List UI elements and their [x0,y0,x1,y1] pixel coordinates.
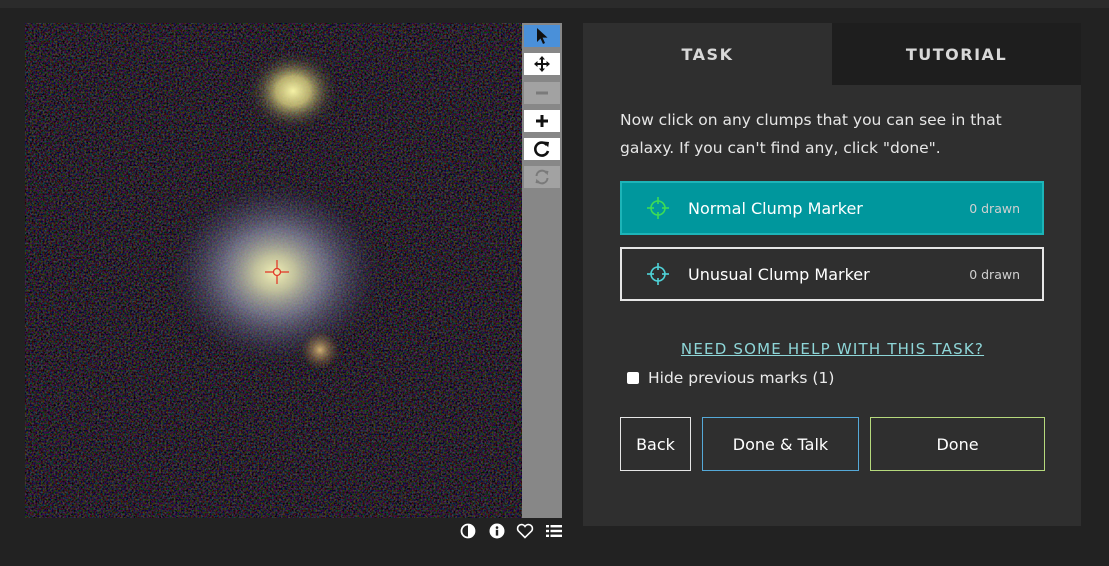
invert-button[interactable] [458,521,478,541]
small-companion [298,328,342,372]
collection-list-icon [545,525,562,537]
move-arrows-icon [534,56,550,72]
pointer-arrow-icon [537,28,548,44]
task-help-link[interactable]: NEED SOME HELP WITH THIS TASK? [665,340,1000,358]
zoom-out-button[interactable] [524,82,560,104]
task-instructions: Now click on any clumps that you can see… [620,111,1002,157]
plus-icon [536,115,548,127]
normal-clump-marker-option[interactable]: Normal Clump Marker 0 drawn [620,181,1044,235]
subject-image[interactable] [25,23,522,518]
upper-galaxy [245,49,341,133]
unusual-clump-marker-label: Unusual Clump Marker [688,264,870,284]
done-and-talk-button[interactable]: Done & Talk [702,417,859,471]
rotate-button[interactable] [524,138,560,160]
reset-icon [535,169,549,185]
task-panel: TASK TUTORIAL Now click on any clumps th… [583,23,1081,526]
top-frame-strip [0,0,1109,8]
rotate-icon [534,141,550,157]
heart-icon [517,523,534,539]
done-button[interactable]: Done [870,417,1045,471]
hide-marks-row: Hide previous marks (1) [627,369,834,387]
unusual-clump-marker-option[interactable]: Unusual Clump Marker 0 drawn [620,247,1044,301]
normal-clump-marker-label: Normal Clump Marker [688,198,863,218]
back-button[interactable]: Back [620,417,691,471]
info-icon [489,523,505,539]
unusual-clump-marker-count: 0 drawn [969,266,1020,282]
reset-view-button[interactable] [524,166,560,188]
metadata-button[interactable] [487,521,507,541]
galaxy-image[interactable] [25,23,522,518]
annotate-tool-button[interactable] [524,25,560,47]
invert-contrast-icon [460,523,476,539]
crosshair-icon [647,197,669,219]
pan-tool-button[interactable] [524,53,560,75]
subject-meta-bar [458,520,564,542]
tab-task[interactable]: TASK [583,23,832,85]
hide-marks-label[interactable]: Hide previous marks (1) [648,369,834,387]
normal-clump-marker-count: 0 drawn [969,200,1020,216]
crosshair-icon [647,263,669,285]
main-galaxy [163,177,387,369]
favorite-button[interactable] [515,521,535,541]
task-tabs: TASK TUTORIAL [583,23,1081,85]
minus-icon [536,91,548,95]
viewer-toolbar [522,23,562,518]
hide-marks-checkbox[interactable] [627,372,639,384]
add-to-collection-button[interactable] [544,521,564,541]
zoom-in-button[interactable] [524,110,560,132]
tab-tutorial[interactable]: TUTORIAL [832,23,1081,85]
